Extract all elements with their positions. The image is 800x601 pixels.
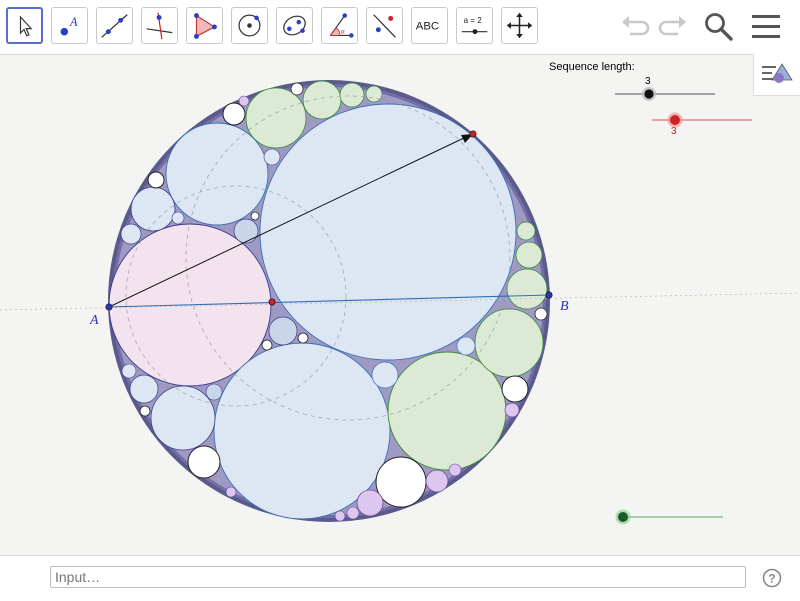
- perpendicular-tool-button[interactable]: [141, 7, 178, 44]
- style-bar-toggle[interactable]: [753, 54, 800, 96]
- input-bar: ?: [0, 555, 800, 601]
- reflect-icon: [373, 14, 396, 38]
- algebra-input[interactable]: [50, 566, 746, 588]
- undo-button[interactable]: [618, 10, 652, 44]
- circle-tool-button[interactable]: [231, 7, 268, 44]
- point-b-label: B: [560, 299, 569, 314]
- move-tool-button[interactable]: [6, 7, 43, 44]
- point-tool-button[interactable]: A: [51, 7, 88, 44]
- ellipse-icon: [283, 15, 306, 36]
- line-tool-button[interactable]: [96, 7, 133, 44]
- move-graphics-icon: [506, 12, 533, 39]
- circle-center-icon: [238, 14, 261, 37]
- red-point-tip[interactable]: [469, 130, 477, 138]
- perpendicular-line-icon: [146, 12, 173, 40]
- text-icon: ABC: [416, 21, 439, 33]
- svg-text:ABC: ABC: [416, 21, 439, 33]
- move-graphics-tool-button[interactable]: [501, 7, 538, 44]
- style-bar-icon: [762, 63, 793, 83]
- polygon-tool-button[interactable]: [186, 7, 223, 44]
- sequence-slider-value: 3: [645, 76, 651, 87]
- svg-text:α: α: [341, 29, 345, 36]
- svg-text:?: ?: [768, 572, 775, 586]
- graphics-view[interactable]: A B 3 3 Sequence length:: [0, 55, 800, 555]
- text-tool-button[interactable]: ABC: [411, 7, 448, 44]
- undo-icon: [622, 16, 650, 36]
- point-icon: A: [60, 15, 78, 36]
- toolbar: A α ABC a = 2: [0, 0, 800, 55]
- line-icon: [101, 14, 128, 38]
- redo-icon: [658, 16, 686, 36]
- search-icon: [705, 13, 733, 41]
- polygon-icon: [194, 13, 217, 39]
- red-slider-value: 3: [671, 126, 677, 137]
- angle-icon: α: [329, 13, 354, 38]
- conic-tool-button[interactable]: [276, 7, 313, 44]
- point-b[interactable]: [545, 291, 553, 299]
- large-blue-circle: [259, 103, 517, 361]
- help-icon[interactable]: ?: [762, 568, 782, 588]
- arrow-cursor-icon: [19, 15, 33, 37]
- menu-icon: [752, 15, 780, 38]
- svg-text:a = 2: a = 2: [464, 16, 483, 25]
- redo-button[interactable]: [656, 10, 690, 44]
- search-button[interactable]: [702, 10, 736, 44]
- red-point-mid[interactable]: [268, 298, 276, 306]
- top-left-blue-circle: [165, 122, 269, 226]
- angle-tool-button[interactable]: α: [321, 7, 358, 44]
- reflect-tool-button[interactable]: [366, 7, 403, 44]
- point-a-label: A: [89, 313, 99, 328]
- slider-tool-button[interactable]: a = 2: [456, 7, 493, 44]
- sequence-length-label: Sequence length:: [549, 61, 635, 73]
- main-menu-button[interactable]: [749, 10, 783, 44]
- slider-icon: a = 2: [461, 16, 488, 35]
- svg-text:A: A: [69, 15, 78, 29]
- apollonian-gasket: A B 3 3: [0, 76, 800, 525]
- point-a[interactable]: [105, 303, 113, 311]
